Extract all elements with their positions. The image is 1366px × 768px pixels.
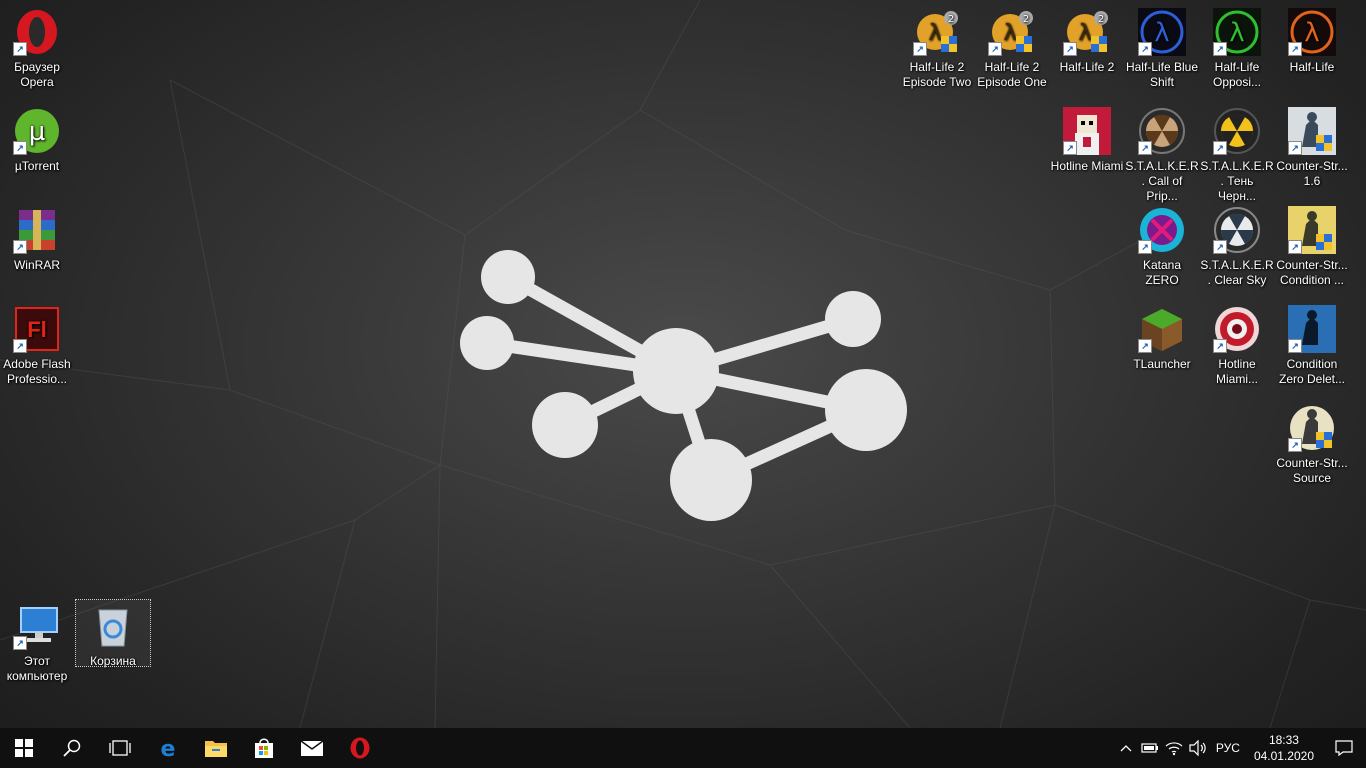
desktop-icon-condition-zero-deleted[interactable]: ↗ Condition Zero Delet... [1275,299,1349,387]
desktop-icon-adobe-flash[interactable]: Fl ↗ Adobe Flash Professio... [0,299,74,387]
svg-text:2: 2 [1023,14,1029,25]
desktop-icon-katana-zero[interactable]: ↗ Katana ZERO [1125,200,1199,288]
svg-text:e: e [161,737,176,759]
desktop-icon-hotline-miami[interactable]: ↗ Hotline Miami [1050,101,1124,174]
opera-icon [350,737,370,759]
taskbar-edge[interactable]: e [144,728,192,768]
store-icon [255,738,273,758]
desktop-icon-recycle-bin[interactable]: Корзина [75,599,151,668]
desktop-icon-half-life-2-ep2[interactable]: λ 2 ↗ Half-Life 2 Episode Two [900,2,974,90]
show-hidden-icons-button[interactable] [1114,728,1138,768]
desktop-icon-stalker-cs[interactable]: ↗ S.T.A.L.K.E.R. Clear Sky [1200,200,1274,288]
action-center-button[interactable] [1322,728,1366,768]
volume-button[interactable] [1186,728,1210,768]
desktop-icon-opera[interactable]: ↗ Браузер Opera [0,2,74,90]
recycle-bin-icon [98,609,128,647]
svg-text:λ: λ [1003,21,1016,46]
input-language[interactable]: РУС [1210,741,1246,755]
desktop-icon-winrar[interactable]: ↗ WinRAR [0,200,74,273]
desktop-icon-tlauncher[interactable]: ↗ TLauncher [1125,299,1199,372]
search-button[interactable] [48,728,96,768]
taskbar-store[interactable] [240,728,288,768]
network-button[interactable] [1162,728,1186,768]
system-tray: РУС 18:33 04.01.2020 [1114,728,1366,768]
network-logo [460,250,907,521]
clock-date: 04.01.2020 [1253,749,1314,763]
desktop-icon-stalker-cop[interactable]: ↗ S.T.A.L.K.E.R. Call of Prip... [1125,101,1199,204]
speaker-icon [1189,740,1206,756]
desktop-icon-counter-strike-16[interactable]: ↗ Counter-Str... 1.6 [1275,101,1349,189]
start-button[interactable] [0,728,48,768]
battery-icon [1141,743,1158,753]
taskbar-file-explorer[interactable] [192,728,240,768]
clock[interactable]: 18:33 04.01.2020 [1246,732,1322,764]
desktop-icon-utorrent[interactable]: µ ↗ µTorrent [0,101,74,174]
desktop-icon-counter-strike-cz[interactable]: ↗ Counter-Str... Condition ... [1275,200,1349,288]
clock-time: 18:33 [1268,733,1299,747]
notification-icon [1335,740,1353,756]
svg-text:λ: λ [928,21,941,46]
desktop-icon-half-life-opposing[interactable]: λ ↗ Half-Life Opposi... [1200,2,1274,90]
svg-text:λ: λ [1229,18,1244,48]
desktop-icon-half-life[interactable]: λ ↗ Half-Life [1275,2,1349,75]
desktop-icon-hotline-miami-2[interactable]: ↗ Hotline Miami... [1200,299,1274,387]
svg-text:λ: λ [1304,18,1319,48]
taskbar-mail[interactable] [288,728,336,768]
wifi-icon [1165,742,1183,756]
svg-text:µ: µ [29,117,46,147]
search-icon [63,739,81,757]
desktop-icon-counter-strike-source[interactable]: ↗ Counter-Str... Source [1275,398,1349,486]
desktop-icon-half-life-blue-shift[interactable]: λ ↗ Half-Life Blue Shift [1125,2,1199,90]
svg-text:λ: λ [1078,21,1091,46]
edge-icon: e [161,737,176,759]
svg-text:λ: λ [1154,18,1169,48]
desktop-icon-half-life-2[interactable]: λ 2 ↗ Half-Life 2 [1050,2,1124,75]
windows-start-icon [15,739,33,757]
mail-icon [300,740,324,756]
desktop-icon-this-pc[interactable]: ↗ Этот компьютер [0,596,74,684]
task-view-icon [109,740,131,756]
file-explorer-icon [205,741,227,757]
desktop-icon-stalker-shoc[interactable]: ↗ S.T.A.L.K.E.R. Тень Черн... [1200,101,1274,204]
desktop-icon-half-life-2-ep1[interactable]: λ 2 ↗ Half-Life 2 Episode One [975,2,1049,90]
svg-text:2: 2 [1098,14,1104,25]
task-view-button[interactable] [96,728,144,768]
svg-text:2: 2 [948,14,954,25]
chevron-up-icon [1120,745,1132,752]
svg-text:Fl: Fl [27,317,47,342]
battery-button[interactable] [1138,728,1162,768]
taskbar-opera[interactable] [336,728,384,768]
taskbar: e РУС 18:33 04.01.2020 [0,728,1366,768]
